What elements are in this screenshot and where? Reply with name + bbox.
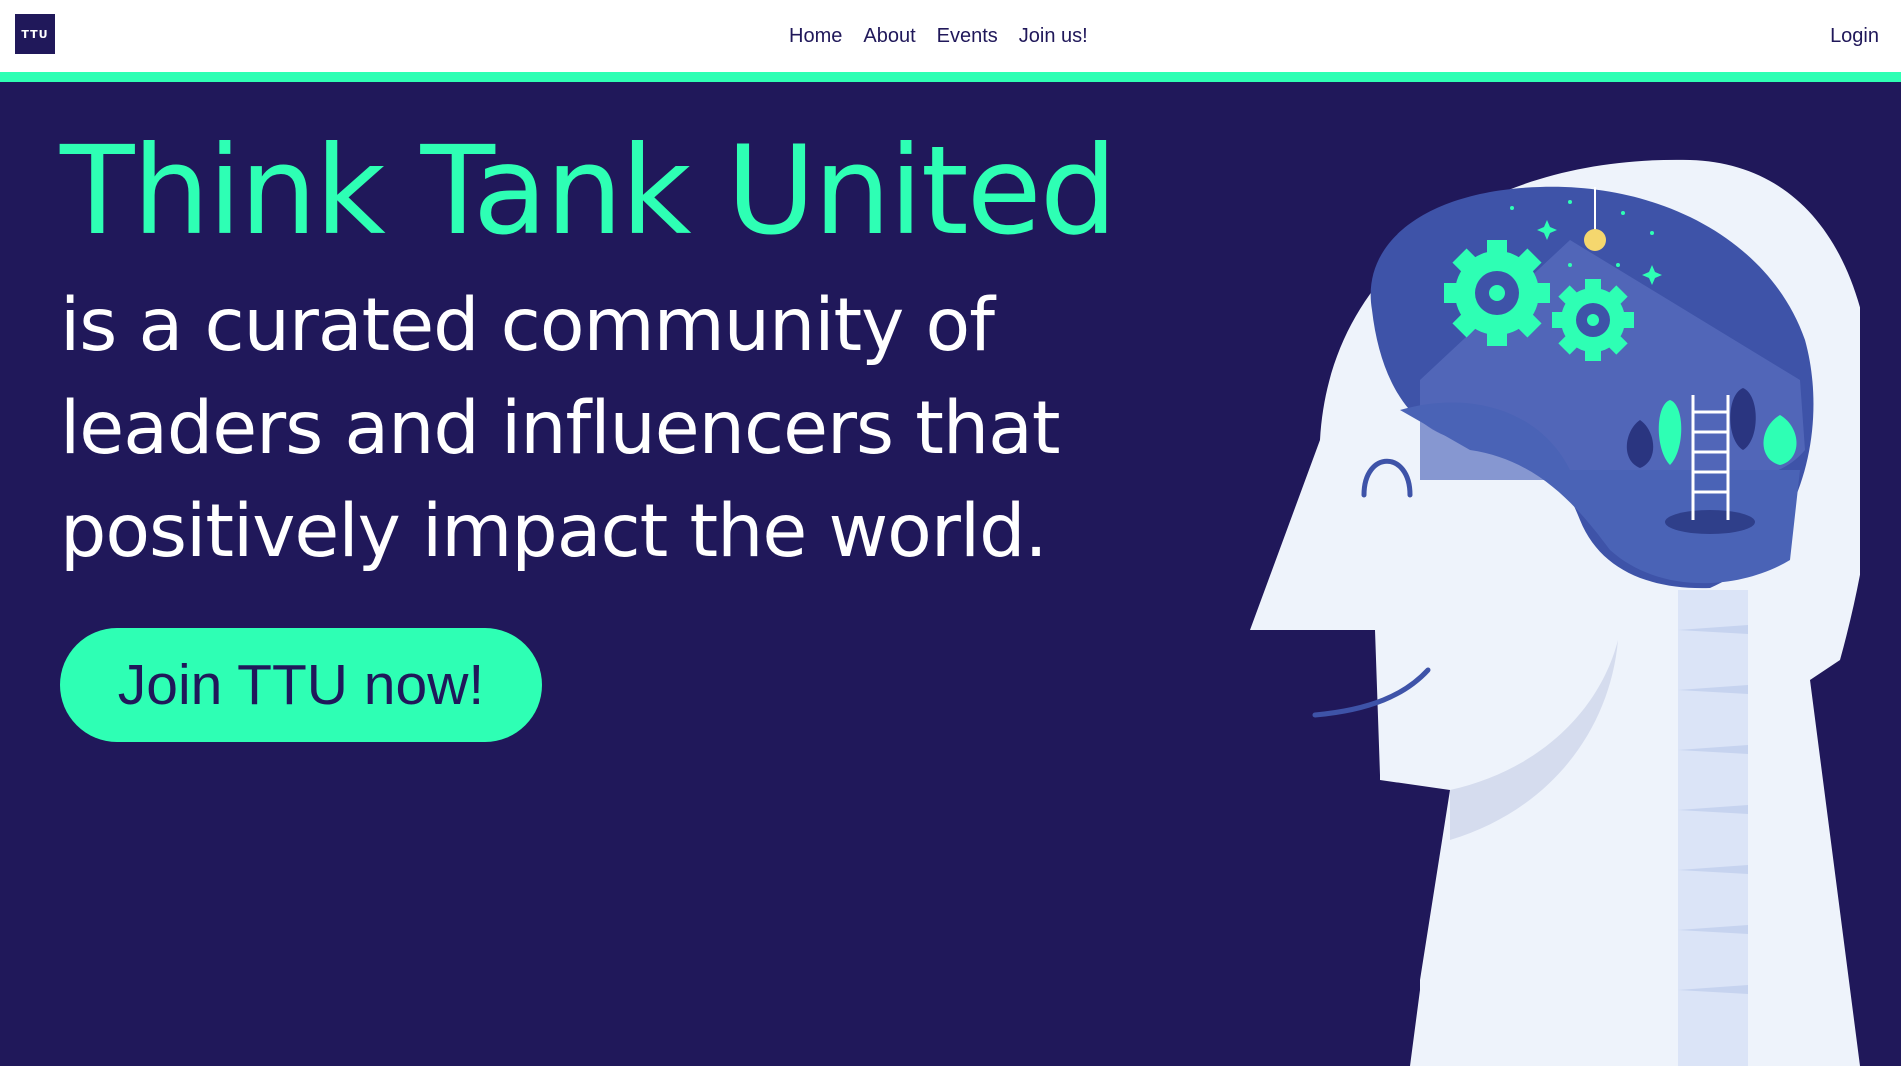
thinking-head-with-gears-icon — [1250, 159, 1860, 1066]
join-ttu-button[interactable]: Join TTU now! — [60, 628, 542, 742]
top-nav-bar: TTU Home About Events Join us! Login — [0, 0, 1901, 72]
nav-about-link[interactable]: About — [863, 25, 915, 48]
nav-events-link[interactable]: Events — [937, 25, 998, 48]
hero-section: Think Tank United is a curated community… — [60, 130, 1210, 583]
hero-subtitle: is a curated community of leaders and in… — [60, 283, 1061, 574]
ttu-logo[interactable]: TTU — [15, 14, 55, 54]
hero-title: Think Tank United — [60, 120, 1117, 262]
nav-join-link[interactable]: Join us! — [1019, 25, 1088, 48]
main-nav: Home About Events Join us! — [789, 25, 1088, 48]
login-link[interactable]: Login — [1830, 25, 1879, 48]
accent-divider — [0, 72, 1901, 82]
nav-home-link[interactable]: Home — [789, 25, 842, 48]
